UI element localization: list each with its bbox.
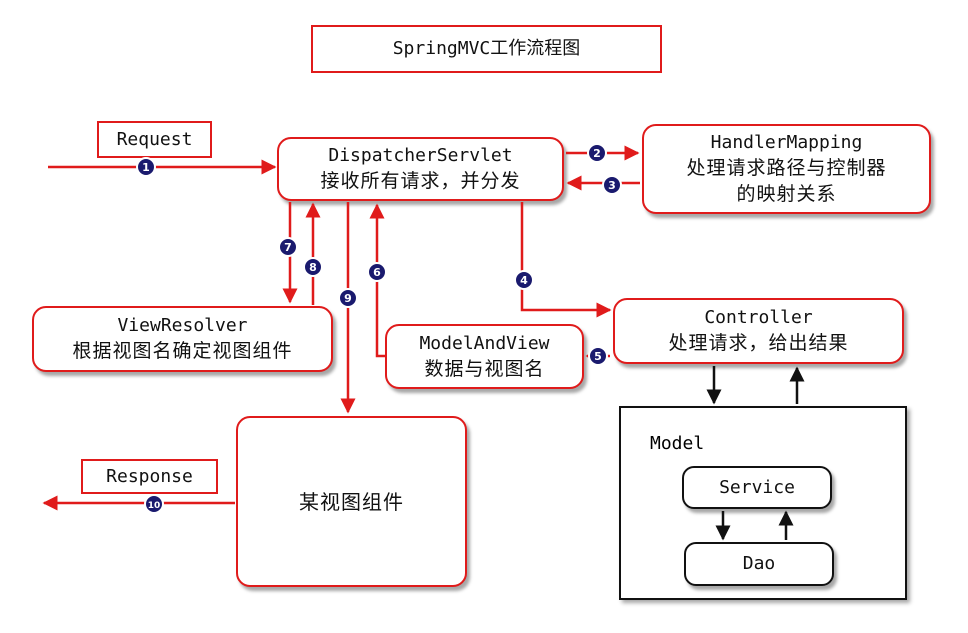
step-badge-6: 6 <box>367 262 387 282</box>
step-badge-label: 5 <box>594 350 602 363</box>
arrow-dispatcher-to-controller <box>520 202 612 318</box>
step-badge-2: 2 <box>587 143 607 163</box>
step-badge-label: 10 <box>148 501 161 511</box>
step-badge-9: 9 <box>338 288 358 308</box>
step-badge-label: 2 <box>593 147 601 160</box>
step-badge-4: 4 <box>514 270 534 290</box>
step-badge-label: 8 <box>309 261 317 274</box>
step-badge-label: 6 <box>373 266 381 279</box>
step-badge-10: 10 <box>144 494 164 514</box>
step-badge-label: 9 <box>344 292 352 305</box>
step-badge-5: 5 <box>588 346 608 366</box>
step-badge-1: 1 <box>136 157 156 177</box>
step-badge-label: 3 <box>608 179 616 192</box>
step-badges: 1 2 3 4 5 6 7 8 9 10 <box>136 143 622 514</box>
step-badge-3: 3 <box>602 175 622 195</box>
step-badge-7: 7 <box>278 237 298 257</box>
connector-layer: 1 2 3 4 5 6 7 8 9 10 <box>42 143 805 541</box>
step-badge-label: 4 <box>520 274 528 287</box>
step-badge-label: 7 <box>284 241 292 254</box>
step-badge-label: 1 <box>142 161 150 174</box>
step-badge-8: 8 <box>303 257 323 277</box>
